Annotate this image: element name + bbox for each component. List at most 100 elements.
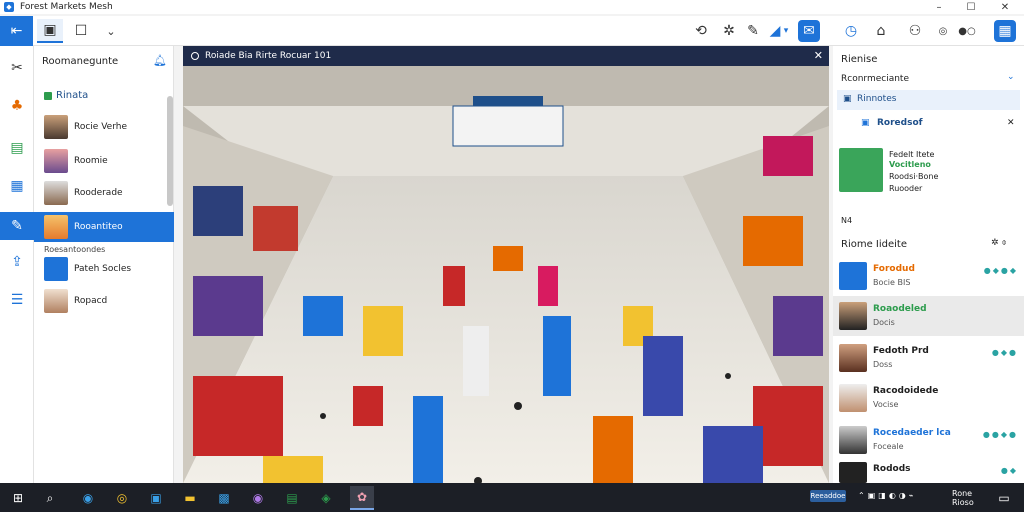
settings-gear-icon[interactable]: ✲ [716, 19, 742, 43]
pinned-close-icon[interactable]: ✕ [1007, 118, 1015, 128]
section-notes[interactable]: ▣ Rinnotes [837, 90, 1020, 110]
list-item-actions-icon[interactable]: ●◆● [992, 348, 1018, 357]
avatar [839, 302, 867, 330]
bell-icon[interactable]: 🔔︎ [153, 54, 167, 67]
group-icon [44, 91, 52, 100]
chevron-down-icon[interactable]: ⌄ [98, 19, 124, 43]
spreadsheet-icon[interactable]: ▤ [280, 486, 304, 510]
group-label: Rinata [56, 90, 89, 101]
home-icon[interactable]: ⌂ [868, 19, 894, 43]
counter-text: N4 [841, 216, 853, 225]
contact-item[interactable]: Ropacd [34, 286, 174, 316]
chat-bubble-icon[interactable]: ✉ [798, 20, 820, 42]
list-item-sub: Docis [873, 318, 895, 327]
list-item-sub: Foceale [873, 442, 904, 451]
list-item-sub: Vocise [873, 400, 899, 409]
contact-name: Pateh Socles [74, 264, 132, 274]
bookmark-icon[interactable]: ♣ [0, 92, 34, 120]
toggle-icon[interactable]: ●○ [954, 19, 980, 43]
edit-icon[interactable]: ✎ [0, 212, 34, 240]
maps-icon[interactable]: ◈ [314, 486, 338, 510]
store-icon[interactable]: ▣ [144, 486, 168, 510]
dropdown-chevron-icon[interactable]: ⌄ [1007, 72, 1015, 82]
mall-photo[interactable] [183, 66, 829, 483]
file-explorer-icon[interactable]: ▬ [178, 486, 202, 510]
card-line-4: Ruooder [889, 184, 923, 193]
list-item-name: Racodoidede [873, 386, 939, 396]
pinned-card-image[interactable] [839, 148, 883, 192]
card-line-2: Vocitleno [889, 160, 931, 169]
maximize-button[interactable]: ☐ [956, 0, 986, 14]
list-item[interactable]: Rocedaeder lca Foceale ●●◆● [833, 420, 1024, 460]
contact-item-selected[interactable]: Rooantiteo [34, 212, 174, 242]
contact-item[interactable]: Rocie Verhe [34, 112, 174, 142]
close-button[interactable]: ✕ [990, 0, 1020, 14]
camera-icon [191, 52, 199, 60]
list-item[interactable]: Fedoth Prd Doss ●◆● [833, 338, 1024, 378]
list-item[interactable]: Forodud Bocie BIS ●◆●◆ [833, 256, 1024, 296]
clock-text[interactable]: Rone Rioso [952, 489, 982, 507]
card-line-3: Roodsi·Bone [889, 172, 939, 181]
contacts-icon[interactable]: ⚇ [902, 19, 928, 43]
start-menu-icon[interactable]: ⊞ [6, 486, 30, 510]
contact-name: Rocie Verhe [74, 122, 127, 132]
calendar-icon[interactable]: ▦ [994, 20, 1016, 42]
list-title: Riome Iideite [841, 239, 907, 250]
tray-notification-badge[interactable]: Reeaddoe [810, 490, 846, 502]
list-icon[interactable]: ☰ [0, 286, 34, 314]
tools-icon[interactable]: ✂ [0, 54, 34, 82]
contact-name: Rooderade [74, 188, 123, 198]
contact-item[interactable]: Pateh Socles [34, 254, 174, 284]
dropdown-caret-icon[interactable]: ▾ [778, 19, 794, 43]
group-heading: Rinata [44, 90, 88, 101]
avatar [839, 384, 867, 412]
gallery-tab[interactable]: ▣ [37, 19, 63, 43]
list-item-name: Roaodeled [873, 304, 927, 314]
back-button[interactable]: ⇤ [0, 16, 33, 46]
square-button[interactable]: ☐ [68, 19, 94, 43]
window-title: Forest Markets Mesh [20, 2, 113, 12]
chrome-browser-icon[interactable]: ◎ [110, 486, 134, 510]
avatar [44, 115, 68, 139]
minimize-button[interactable]: – [924, 0, 954, 14]
list-item-name: Forodud [873, 264, 915, 274]
list-item[interactable]: Racodoidede Vocise [833, 378, 1024, 418]
avatar [839, 462, 867, 483]
avatar [44, 181, 68, 205]
list-item[interactable]: Rodods ●◆ [833, 456, 1024, 483]
search-icon[interactable]: ⌕ [38, 486, 62, 510]
contact-item[interactable]: Rooderade [34, 178, 174, 208]
section-label: Roesantoondes [44, 245, 106, 254]
export-icon[interactable]: ⇪ [0, 248, 34, 276]
close-viewer-icon[interactable]: ✕ [814, 49, 823, 62]
tray-icons[interactable]: ⌃▣◨◐◑⌁ [858, 491, 917, 500]
toolbar: ⇤ ▣ ☐ ⌄ ⟲ ✲ ✎ ◢ ▾ ✉ ◷ ⌂ ⚇ ◎ ●○ ▦ [0, 16, 1024, 46]
clock-icon[interactable]: ◷ [838, 19, 864, 43]
avatar [839, 344, 867, 372]
list-item-selected[interactable]: Roaodeled Docis [833, 296, 1024, 336]
list-settings-icon[interactable]: ✲ ⌽ [991, 238, 1007, 248]
list-item-actions-icon[interactable]: ●●◆● [983, 430, 1018, 439]
taskbar: ⊞ ⌕ ◉ ◎ ▣ ▬ ▩ ◉ ▤ ◈ ✿ Reeaddoe ⌃▣◨◐◑⌁ Ro… [0, 483, 1024, 512]
viewer-caption: Roiade Bia Rirte Rocuar 101 [205, 51, 332, 61]
active-app-icon[interactable]: ✿ [350, 486, 374, 510]
status-icon[interactable]: ◎ [930, 19, 956, 43]
grid-icon[interactable]: ▦ [0, 172, 34, 200]
sync-icon[interactable]: ⟲ [688, 19, 714, 43]
contact-item[interactable]: Roomie [34, 146, 174, 176]
title-bar: ◆ Forest Markets Mesh – ☐ ✕ [0, 0, 1024, 14]
image-viewer: Roiade Bia Rirte Rocuar 101 ✕ [183, 46, 829, 483]
list-item-actions-icon[interactable]: ●◆●◆ [984, 266, 1018, 275]
list-item-actions-icon[interactable]: ●◆ [1001, 466, 1018, 475]
list-item-sub: Bocie BIS [873, 278, 911, 287]
photos-icon[interactable]: ▩ [212, 486, 236, 510]
app-icon[interactable]: ◉ [246, 486, 270, 510]
contacts-panel: Roomanegunte 🔔︎ Rinata Rocie Verhe Roomi… [34, 46, 174, 483]
notes-icon[interactable]: ▤ [0, 134, 34, 162]
section-notes-label: Rinnotes [857, 94, 897, 104]
left-rail: ✂ ♣ ▤ ▦ ✎ ⇪ ☰ [0, 46, 34, 483]
edge-browser-icon[interactable]: ◉ [76, 486, 100, 510]
list-item-name: Rodods [873, 464, 911, 474]
notification-center-icon[interactable]: ▭ [992, 486, 1016, 510]
right-panel: Rienise Rconrmeciante ⌄ ▣ Rinnotes ▣ Ror… [833, 46, 1024, 483]
